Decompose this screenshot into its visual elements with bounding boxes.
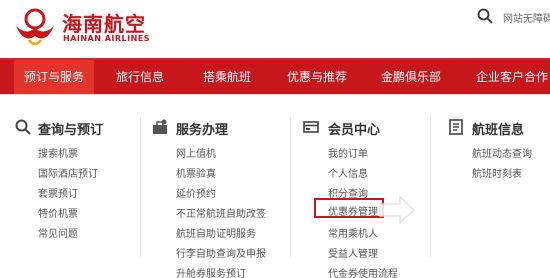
link-package-booking[interactable]: 套票预订 [38, 185, 78, 200]
link-flight-certificate[interactable]: 航班自助证明服务 [176, 225, 256, 240]
accessibility-link[interactable]: 网站无障碍 [503, 10, 550, 25]
highlight-box [314, 198, 384, 218]
link-special-fares[interactable]: 特价机票 [38, 205, 78, 220]
link-baggage-query[interactable]: 行李自助查询及申报 [176, 245, 266, 260]
link-faq[interactable]: 常见问题 [38, 225, 78, 240]
column-title-booking: 查询与预订 [38, 123, 104, 138]
nav-booking-services[interactable]: 预订与服务 [14, 60, 95, 94]
column-title-flight-info: 航班信息 [472, 123, 525, 138]
site-header: 海南航空 HAINAN AIRLINES 网站无障碍 [0, 0, 550, 58]
link-irregular-flight-change[interactable]: 不正常航班自助改签 [176, 205, 266, 220]
link-online-checkin[interactable]: 网上值机 [176, 145, 216, 160]
member-card-icon [303, 121, 319, 133]
service-icon [153, 119, 167, 134]
column-divider [140, 117, 141, 257]
link-my-orders[interactable]: 我的订单 [328, 145, 368, 160]
hainan-airlines-logo[interactable] [12, 6, 58, 48]
brand-name-cn: 海南航空 [62, 12, 146, 36]
column-divider [290, 117, 291, 257]
mouse-pointer-icon [379, 195, 416, 225]
column-divider [430, 117, 431, 257]
nav-club[interactable]: 金鹏俱乐部 [381, 60, 441, 94]
link-voucher-process[interactable]: 代金券使用流程 [328, 265, 398, 278]
link-flight-schedule[interactable]: 航班时刻表 [472, 165, 522, 180]
column-title-services: 服务办理 [176, 123, 229, 138]
link-upgrade-voucher[interactable]: 升舱券服务预订 [176, 265, 246, 278]
nav-corporate[interactable]: 企业客户合作 [476, 60, 548, 94]
search-icon[interactable] [477, 8, 493, 24]
link-flight-status[interactable]: 航班动态查询 [472, 145, 532, 160]
link-frequent-passengers[interactable]: 常用乘机人 [328, 225, 378, 240]
link-ticket-verify[interactable]: 机票验真 [176, 165, 216, 180]
nav-offers[interactable]: 优惠与推荐 [287, 60, 347, 94]
flight-info-icon [449, 119, 463, 135]
mega-menu: 查询与预订 搜索机票 国际酒店预订 套票预订 特价机票 常见问题 服务办理 网上… [0, 94, 550, 278]
nav-travel-info[interactable]: 旅行信息 [116, 60, 164, 94]
nav-flying[interactable]: 搭乘航班 [203, 60, 251, 94]
brand-name-en: HAINAN AIRLINES [63, 34, 151, 43]
column-title-member: 会员中心 [328, 123, 381, 138]
main-nav: 预订与服务 旅行信息 搭乘航班 优惠与推荐 金鹏俱乐部 企业客户合作 [0, 58, 550, 94]
link-personal-info[interactable]: 个人信息 [328, 165, 368, 180]
link-price-booking[interactable]: 延价预约 [176, 185, 216, 200]
link-beneficiary-management[interactable]: 受益人管理 [328, 245, 378, 260]
link-hotel-booking[interactable]: 国际酒店预订 [38, 165, 98, 180]
link-search-tickets[interactable]: 搜索机票 [38, 145, 78, 160]
search-icon [15, 119, 31, 135]
